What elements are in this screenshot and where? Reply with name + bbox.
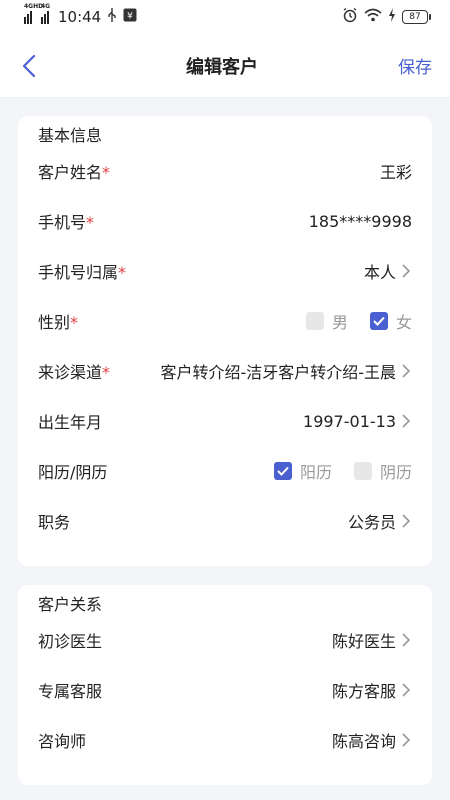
field-gender: 性别* 男 女 [38, 296, 412, 346]
field-label: 手机号归属* [38, 263, 127, 282]
status-bar: 4GHD 4G 10:44 ¥ 87 [0, 0, 450, 34]
chevron-right-icon [402, 263, 412, 279]
chevron-right-icon [402, 632, 412, 648]
field-phone-owner[interactable]: 手机号归属* 本人 [38, 246, 412, 296]
referral-channel-value: 客户转介绍-洁牙客户转介绍-王晨 [160, 363, 396, 382]
save-button[interactable]: 保存 [398, 53, 432, 78]
dedicated-service-value: 陈方客服 [331, 682, 396, 701]
first-doctor-select[interactable]: 陈好医生 [332, 628, 412, 652]
field-birth-date[interactable]: 出生年月 1997-01-13 [38, 396, 412, 446]
clock: 10:44 [58, 8, 102, 26]
calendar-solar-option[interactable]: 阳历 [273, 459, 332, 483]
birth-date-select[interactable]: 1997-01-13 [303, 412, 412, 431]
required-mark: * [118, 263, 127, 282]
field-customer-name[interactable]: 客户姓名* 王彩 [38, 146, 412, 196]
field-consultant[interactable]: 咨询师 陈高咨询 [38, 715, 412, 765]
field-label: 阳历/阴历 [38, 463, 108, 482]
battery-level: 87 [409, 12, 421, 22]
dedicated-service-select[interactable]: 陈方客服 [332, 678, 412, 702]
field-first-doctor[interactable]: 初诊医生 陈好医生 [38, 615, 412, 665]
customer-name-value[interactable]: 王彩 [380, 159, 412, 183]
checkbox-checked-icon [369, 312, 388, 330]
occupation-value: 公务员 [347, 513, 396, 532]
option-label: 阳历 [299, 463, 332, 482]
signal-icon-2: 4G [41, 3, 52, 24]
phone-value[interactable]: 185****9998 [309, 212, 412, 231]
back-button[interactable] [22, 52, 46, 80]
field-label: 来诊渠道* [38, 363, 111, 382]
app-notification-icon: ¥ [123, 8, 137, 26]
chevron-right-icon [402, 732, 412, 748]
nav-bar: 编辑客户 保存 [0, 34, 450, 98]
field-dedicated-service[interactable]: 专属客服 陈方客服 [38, 665, 412, 715]
charging-icon [388, 8, 396, 26]
phone-owner-value: 本人 [363, 263, 396, 282]
field-label: 咨询师 [38, 732, 87, 751]
checkbox-unchecked-icon [305, 312, 324, 330]
gender-options: 男 女 [290, 309, 412, 333]
field-occupation[interactable]: 职务 公务员 [38, 496, 412, 546]
required-mark: * [70, 313, 79, 332]
field-label: 职务 [38, 513, 71, 532]
field-label: 手机号* [38, 213, 95, 232]
section-title-basic: 基本信息 [38, 126, 103, 145]
occupation-select[interactable]: 公务员 [348, 509, 412, 533]
section-title-relation: 客户关系 [38, 595, 103, 614]
consultant-value: 陈高咨询 [331, 732, 396, 751]
signal-icon: 4GHD [24, 3, 43, 24]
option-label: 阴历 [379, 463, 412, 482]
customer-relation-card: 客户关系 初诊医生 陈好医生 专属客服 陈方客服 咨询师 陈高咨询 [18, 585, 432, 785]
option-label: 男 [331, 313, 348, 332]
required-mark: * [102, 363, 111, 382]
battery-icon: 87 [402, 10, 431, 24]
gender-male-option[interactable]: 男 [305, 309, 348, 333]
field-label: 初诊医生 [38, 632, 103, 651]
required-mark: * [86, 213, 95, 232]
field-label: 出生年月 [38, 413, 103, 432]
usb-icon [107, 8, 117, 26]
chevron-right-icon [402, 363, 412, 379]
referral-channel-select[interactable]: 客户转介绍-洁牙客户转介绍-王晨 [160, 359, 412, 383]
wifi-icon [364, 8, 382, 26]
field-label: 客户姓名* [38, 163, 111, 182]
consultant-select[interactable]: 陈高咨询 [332, 728, 412, 752]
phone-owner-select[interactable]: 本人 [364, 259, 412, 283]
calendar-options: 阳历 阴历 [258, 459, 412, 483]
required-mark: * [102, 163, 111, 182]
basic-info-card: 基本信息 客户姓名* 王彩 手机号* 185****9998 手机号归属* 本人… [18, 116, 432, 566]
page-title: 编辑客户 [186, 56, 258, 78]
field-label: 性别* [38, 313, 79, 332]
alarm-icon [342, 7, 358, 27]
svg-text:¥: ¥ [127, 12, 133, 22]
chevron-right-icon [402, 413, 412, 429]
first-doctor-value: 陈好医生 [331, 632, 396, 651]
chevron-right-icon [402, 513, 412, 529]
chevron-left-icon [22, 54, 36, 77]
field-phone[interactable]: 手机号* 185****9998 [38, 196, 412, 246]
field-label: 专属客服 [38, 682, 103, 701]
field-calendar-type: 阳历/阴历 阳历 阴历 [38, 446, 412, 496]
checkbox-checked-icon [273, 462, 292, 480]
checkbox-unchecked-icon [353, 462, 372, 480]
calendar-lunar-option[interactable]: 阴历 [353, 459, 412, 483]
birth-date-value: 1997-01-13 [303, 411, 396, 431]
chevron-right-icon [402, 682, 412, 698]
status-left: 4GHD 4G 10:44 ¥ [24, 3, 137, 26]
option-label: 女 [395, 313, 412, 332]
gender-female-option[interactable]: 女 [369, 309, 412, 333]
field-referral-channel[interactable]: 来诊渠道* 客户转介绍-洁牙客户转介绍-王晨 [38, 346, 412, 396]
status-right: 87 [342, 7, 431, 27]
